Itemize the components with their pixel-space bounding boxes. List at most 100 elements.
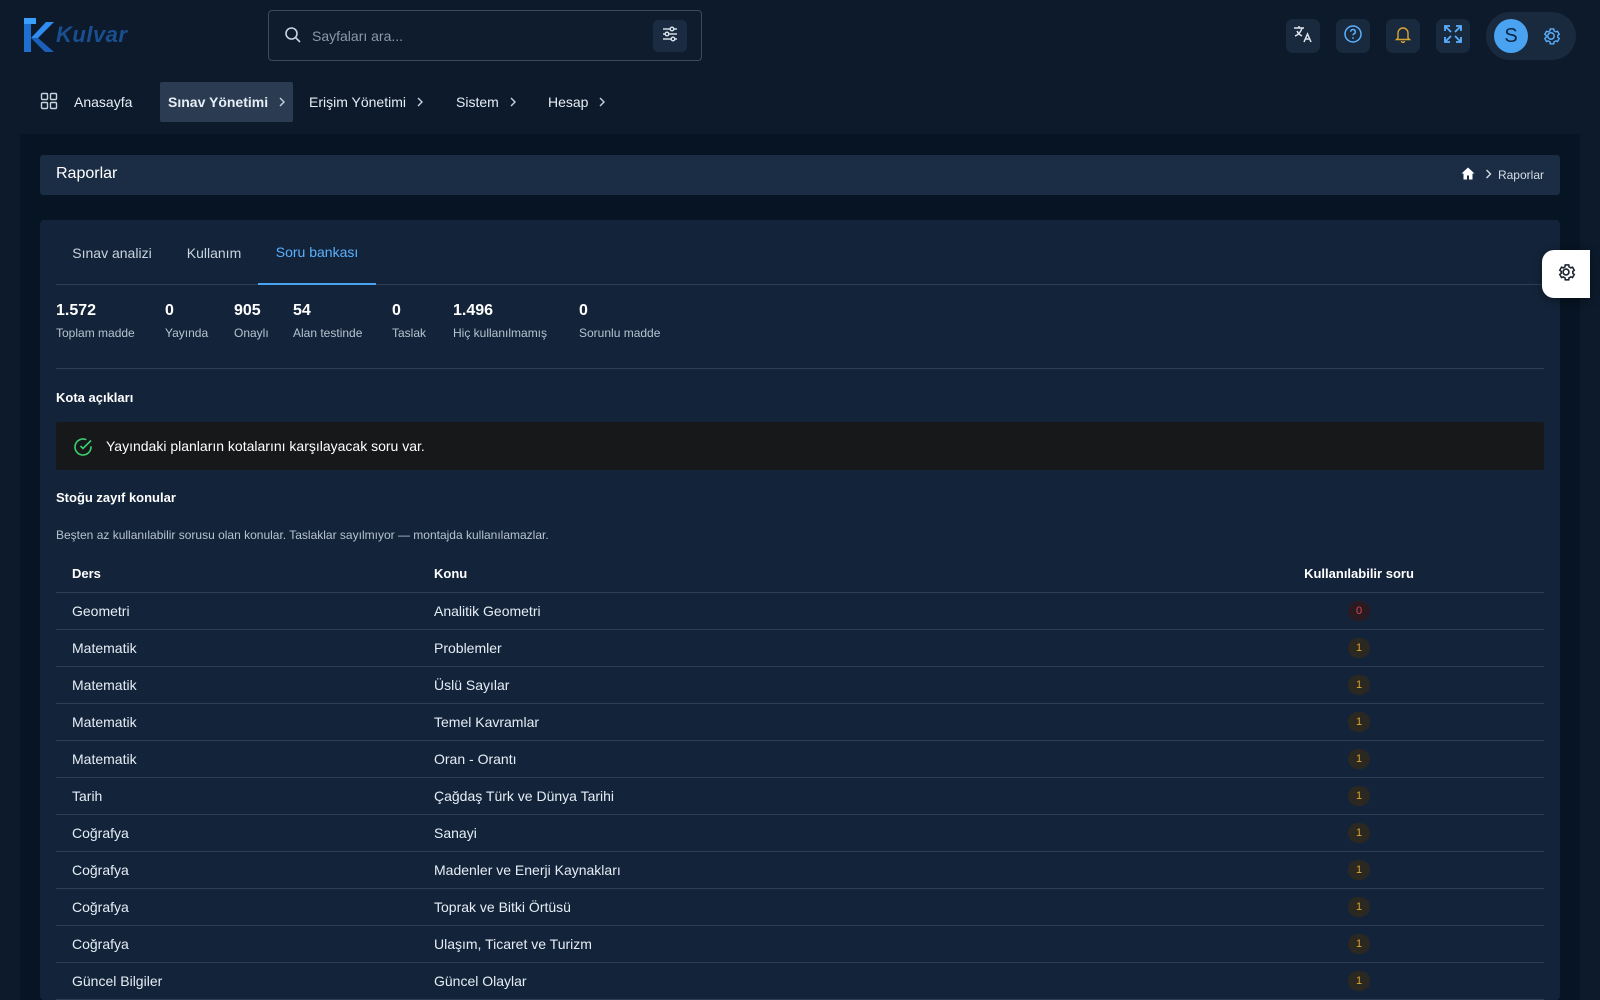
main-nav: Anasayfa Sınav Yönetimi Erişim Yönetimi … [0, 80, 1600, 122]
nav-item-exam-management[interactable]: Sınav Yönetimi [160, 82, 293, 122]
chevron-right-icon [1485, 168, 1492, 182]
stat-never-used: 1.496 Hiç kullanılmamış [453, 302, 547, 340]
stat-label: Taslak [392, 326, 427, 340]
cell-topic: Oran - Orantı [434, 740, 1174, 778]
stat-draft: 0 Taslak [392, 302, 426, 340]
nav-item-home[interactable]: Anasayfa [40, 82, 150, 122]
check-circle-icon [73, 437, 93, 462]
divider [56, 368, 1544, 369]
cell-available: 1 [1174, 740, 1544, 778]
cell-subject: Coğrafya [56, 851, 434, 889]
search-box[interactable] [268, 10, 702, 61]
table-row: Matematik Temel Kavramlar 1 [56, 703, 1544, 741]
chevron-right-icon [278, 94, 286, 110]
count-badge: 1 [1348, 674, 1370, 695]
count-badge: 1 [1348, 933, 1370, 954]
stat-problematic: 0 Sorunlu madde [579, 302, 660, 340]
table-row: Matematik Oran - Orantı 1 [56, 740, 1544, 778]
home-icon[interactable] [1461, 167, 1475, 183]
translate-icon [1293, 24, 1313, 49]
nav-item-account[interactable]: Hesap [548, 82, 606, 122]
weak-topics-title: Stoğu zayıf konular [56, 490, 176, 505]
reports-card: Sınav analizi Kullanım Soru bankası 1.57… [40, 220, 1560, 1000]
cell-subject: Coğrafya [56, 814, 434, 852]
cell-available: 1 [1174, 629, 1544, 667]
notifications-button[interactable] [1386, 19, 1420, 53]
sliders-icon [662, 26, 678, 47]
table-row: Coğrafya Sanayi 1 [56, 814, 1544, 852]
stat-value: 0 [392, 302, 401, 319]
count-badge: 1 [1348, 859, 1370, 880]
cell-topic: Analitik Geometri [434, 592, 1174, 630]
quota-alert-message: Yayındaki planların kotalarını karşılaya… [106, 438, 425, 454]
stat-value: 0 [579, 302, 588, 319]
stat-field-test: 54 Alan testinde [293, 302, 362, 340]
fullscreen-button[interactable] [1436, 19, 1470, 53]
profile-menu[interactable]: S [1486, 12, 1576, 60]
logo-mark-icon [24, 18, 54, 52]
table-row: Coğrafya Ulaşım, Ticaret ve Turizm 1 [56, 925, 1544, 963]
weak-topics-table: Ders Konu Kullanılabilir soru Geometri An… [56, 555, 1544, 1000]
cell-available: 0 [1174, 592, 1544, 630]
search-filter-button[interactable] [653, 20, 687, 52]
cell-topic: Problemler [434, 629, 1174, 667]
nav-label: Erişim Yönetimi [309, 94, 406, 110]
language-button[interactable] [1286, 19, 1320, 53]
report-tabs: Sınav analizi Kullanım Soru bankası [56, 220, 1544, 285]
cell-available: 1 [1174, 703, 1544, 741]
stat-value: 1.572 [56, 302, 97, 319]
bell-icon [1394, 25, 1412, 48]
breadcrumb-current: Raporlar [1497, 168, 1544, 182]
stat-label: Sorunlu madde [579, 326, 661, 340]
nav-item-access-management[interactable]: Erişim Yönetimi [309, 82, 424, 122]
cell-available: 1 [1174, 814, 1544, 852]
cell-topic: Ulaşım, Ticaret ve Turizm [434, 925, 1174, 963]
count-badge: 1 [1348, 748, 1370, 769]
page-header: Raporlar Raporlar [40, 155, 1560, 195]
table-row: Matematik Problemler 1 [56, 629, 1544, 667]
help-button[interactable] [1336, 19, 1370, 53]
nav-label: Hesap [548, 94, 589, 110]
cell-subject: Coğrafya [56, 888, 434, 926]
cell-available: 1 [1174, 888, 1544, 926]
table-header-row: Ders Konu Kullanılabilir soru [56, 555, 1544, 593]
cell-topic: Çağdaş Türk ve Dünya Tarihi [434, 777, 1174, 815]
tab-label: Sınav analizi [72, 244, 152, 261]
search-input[interactable] [312, 24, 642, 48]
cell-subject: Matematik [56, 666, 434, 704]
column-header-subject: Ders [56, 555, 434, 593]
cell-subject: Güncel Bilgiler [56, 962, 434, 1000]
stat-total-items: 1.572 Toplam madde [56, 302, 135, 340]
cell-available: 1 [1174, 777, 1544, 815]
page-title: Raporlar [56, 165, 118, 182]
cell-topic: Sanayi [434, 814, 1174, 852]
settings-gear-icon[interactable] [1540, 25, 1562, 52]
stat-label: Alan testinde [293, 326, 363, 340]
table-row: Güncel Bilgiler Güncel Olaylar 1 [56, 962, 1544, 1000]
nav-item-system[interactable]: Sistem [456, 82, 517, 122]
gear-icon [1555, 261, 1577, 288]
column-header-available: Kullanılabilir soru [1174, 555, 1544, 593]
tab-label: Kullanım [186, 244, 242, 261]
cell-available: 1 [1174, 851, 1544, 889]
avatar[interactable]: S [1494, 19, 1528, 53]
logo[interactable]: Kulvar [24, 18, 127, 52]
cell-topic: Güncel Olaylar [434, 962, 1174, 1000]
cell-subject: Matematik [56, 740, 434, 778]
nav-label: Sınav Yönetimi [168, 94, 269, 110]
tab-usage[interactable]: Kullanım [170, 220, 258, 285]
weak-topics-description: Beşten az kullanılabilir sorusu olan kon… [56, 528, 549, 542]
table-row: Coğrafya Toprak ve Bitki Örtüsü 1 [56, 888, 1544, 926]
tab-question-bank[interactable]: Soru bankası [258, 220, 376, 285]
cell-subject: Matematik [56, 629, 434, 667]
count-badge: 1 [1348, 785, 1370, 806]
theme-settings-button[interactable] [1542, 250, 1590, 298]
cell-topic: Üslü Sayılar [434, 666, 1174, 704]
cell-topic: Temel Kavramlar [434, 703, 1174, 741]
tab-exam-analysis[interactable]: Sınav analizi [56, 220, 168, 285]
count-badge: 1 [1348, 822, 1370, 843]
cell-available: 1 [1174, 962, 1544, 1000]
avatar-initial: S [1504, 24, 1518, 47]
count-badge: 1 [1348, 711, 1370, 732]
nav-label: Anasayfa [74, 94, 133, 110]
